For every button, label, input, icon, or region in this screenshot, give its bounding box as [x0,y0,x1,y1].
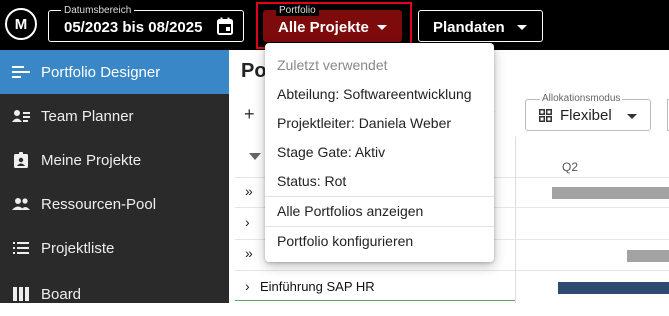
menu-item-stage-gate[interactable]: Stage Gate: Aktiv [277,144,385,160]
plandaten-value: Plandaten [433,19,505,36]
page-title: Po [241,60,267,82]
sidebar-item-label: Projektliste [41,239,115,257]
row-expand-icon[interactable]: › [245,278,250,294]
sidebar-item-team-planner[interactable]: Team Planner [0,94,229,138]
calendar-icon[interactable] [217,17,233,35]
row-label[interactable]: Einführung SAP HR [260,279,375,294]
menu-item-status[interactable]: Status: Rot [277,173,346,189]
gantt-bar[interactable] [627,250,669,262]
timeline-divider [515,137,516,303]
list-icon [12,240,30,256]
app-logo[interactable]: M [5,8,37,40]
sidebar: Portfolio Designer Team Planner Meine Pr… [0,50,229,303]
portfolio-legend: Portfolio [276,5,319,16]
menu-divider [265,196,494,197]
add-button[interactable]: + [244,104,255,125]
portfolio-dropdown-menu: Zuletzt verwendet Abteilung: Softwareent… [265,43,494,262]
grid-icon [539,109,552,122]
sidebar-item-meine-projekte[interactable]: Meine Projekte [0,138,229,182]
sidebar-item-ressourcen-pool[interactable]: Ressourcen-Pool [0,182,229,226]
row-expand-double-icon[interactable]: » [245,183,253,199]
portfolio-select[interactable]: Portfolio Alle Projekte [263,5,402,42]
row-divider [235,270,669,271]
menu-item-show-all[interactable]: Alle Portfolios anzeigen [277,203,423,219]
date-range-legend: Datumsbereich [61,5,135,16]
collapse-triangle-icon[interactable] [249,153,261,160]
menu-item-projektleiter[interactable]: Projektleiter: Daniela Weber [277,115,451,131]
menu-item-abteilung[interactable]: Abteilung: Softwareentwicklung [277,86,472,102]
sidebar-item-label: Board [41,285,82,303]
menu-divider [265,226,494,227]
badge-icon [12,152,30,168]
sidebar-item-label: Meine Projekte [41,151,142,169]
board-icon [12,286,30,302]
plandaten-select[interactable]: Plandaten [418,10,543,42]
sidebar-item-label: Portfolio Designer [41,63,161,81]
row-expand-double-icon[interactable]: » [245,245,253,261]
sidebar-item-label: Team Planner [41,107,134,125]
people-icon [12,196,30,212]
sidebar-item-label: Ressourcen-Pool [41,195,157,213]
allocation-mode-value: Flexibel [560,107,612,124]
chevron-down-icon [627,114,637,119]
allocation-mode-select[interactable]: Allokationsmodus Flexibel [525,93,651,131]
timeline-quarter-label: Q2 [562,160,579,174]
sidebar-item-projektliste[interactable]: Projektliste [0,226,229,270]
menu-item-configure[interactable]: Portfolio konfigurieren [277,233,413,249]
logo-text: M [14,15,28,33]
sidebar-item-board[interactable]: Board [0,272,229,316]
menu-header-recent: Zuletzt verwendet [277,57,388,73]
sidebar-item-portfolio-designer[interactable]: Portfolio Designer [0,50,229,94]
allocation-mode-legend: Allokationsmodus [540,93,623,104]
date-range-value: 05/2023 bis 08/2025 [64,19,203,36]
person-list-icon [12,108,30,124]
portfolio-value: Alle Projekte [278,19,369,36]
gantt-bar[interactable] [552,187,669,199]
chevron-down-icon [377,25,387,30]
chevron-down-icon [517,25,527,30]
date-range-field[interactable]: Datumsbereich 05/2023 bis 08/2025 [48,5,244,42]
row-expand-icon[interactable]: › [245,214,250,230]
gantt-bar[interactable] [558,282,669,294]
row-selected-underline [235,300,515,301]
sliders-icon [12,64,30,80]
